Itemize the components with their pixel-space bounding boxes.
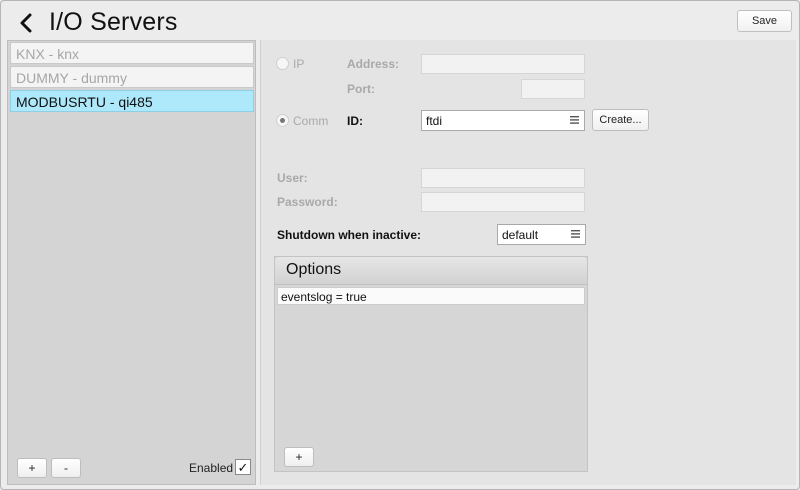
password-label: Password:	[277, 195, 338, 209]
back-button[interactable]	[15, 10, 37, 36]
server-item-modbusrtu[interactable]: MODBUSRTU - qi485	[10, 90, 254, 112]
port-field[interactable]	[521, 79, 585, 99]
ip-label: IP	[293, 57, 305, 71]
server-list-panel: KNX - knx DUMMY - dummy MODBUSRTU - qi48…	[7, 40, 256, 485]
enabled-label: Enabled	[189, 461, 234, 475]
menu-lines-icon	[570, 116, 579, 124]
page-title: I/O Servers	[49, 8, 178, 36]
password-field[interactable]	[421, 192, 585, 212]
server-details-panel: IP Address: Port: Comm ID: ftdi Create..…	[260, 40, 796, 485]
id-label: ID:	[347, 114, 363, 128]
server-item-knx[interactable]: KNX - knx	[10, 42, 254, 64]
ip-radio[interactable]	[276, 57, 289, 70]
shutdown-select-value: default	[502, 228, 539, 242]
comm-label: Comm	[293, 114, 329, 128]
chevron-left-icon	[20, 13, 32, 33]
address-field[interactable]	[421, 54, 585, 74]
user-label: User:	[277, 171, 308, 185]
add-server-button[interactable]: +	[17, 458, 47, 478]
user-field[interactable]	[421, 168, 585, 188]
server-item-dummy[interactable]: DUMMY - dummy	[10, 66, 254, 88]
id-select[interactable]: ftdi	[421, 110, 585, 131]
create-button[interactable]: Create...	[592, 109, 649, 131]
radio-selected-dot	[280, 118, 285, 123]
options-title: Options	[275, 257, 587, 285]
shutdown-select[interactable]: default	[497, 224, 586, 245]
options-panel: Options eventslog = true +	[274, 256, 588, 472]
comm-radio[interactable]	[276, 114, 289, 127]
port-label: Port:	[347, 82, 375, 96]
io-servers-window: I/O Servers Save KNX - knx DUMMY - dummy…	[0, 0, 800, 490]
shutdown-label: Shutdown when inactive:	[277, 228, 422, 242]
enabled-checkbox[interactable]: ✓	[235, 459, 251, 475]
remove-server-button[interactable]: -	[51, 458, 81, 478]
menu-lines-icon	[571, 230, 580, 238]
add-option-button[interactable]: +	[284, 447, 314, 467]
address-label: Address:	[347, 57, 400, 71]
checkmark-icon: ✓	[237, 459, 249, 475]
id-select-value: ftdi	[426, 114, 443, 128]
save-button[interactable]: Save	[737, 10, 792, 32]
option-item[interactable]: eventslog = true	[277, 287, 585, 305]
